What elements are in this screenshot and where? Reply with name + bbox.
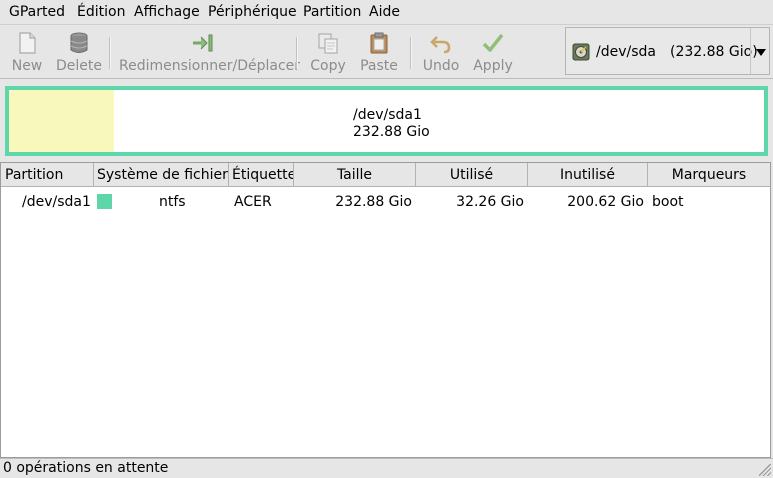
menu-partition[interactable]: Partition — [303, 4, 361, 21]
undo-icon — [430, 36, 451, 54]
toolbar-separator — [296, 37, 298, 69]
new-button[interactable]: New — [8, 29, 46, 75]
column-header-flags[interactable]: Marqueurs — [648, 163, 770, 187]
apply-label: Apply — [473, 58, 513, 74]
cell-unused: 200.62 Gio — [567, 194, 644, 210]
resize-move-button[interactable]: Redimensionner/Déplacer — [119, 29, 301, 75]
status-bar: 0 opérations en attente — [0, 458, 773, 478]
cell-size: 232.88 Gio — [335, 194, 412, 210]
cell-filesystem: ntfs — [159, 194, 186, 210]
hard-disk-icon — [572, 43, 590, 61]
cell-flags: boot — [652, 194, 684, 210]
disk-map-partition-name: /dev/sda1 — [353, 107, 422, 123]
resize-move-icon — [193, 34, 213, 52]
column-header-label[interactable]: Étiquette — [229, 163, 294, 187]
device-size: (232.88 Gio) — [670, 44, 758, 60]
apply-checkmark-icon — [482, 33, 504, 52]
column-header-unused[interactable]: Inutilisé — [528, 163, 648, 187]
column-header-partition[interactable]: Partition — [1, 163, 94, 187]
device-name: /dev/sda — [596, 44, 656, 60]
status-text: 0 opérations en attente — [3, 460, 169, 476]
column-header-filesystem[interactable]: Système de fichiers — [94, 163, 229, 187]
cell-label: ACER — [234, 194, 272, 210]
menu-bar: GParted Édition Affichage Périphérique P… — [0, 0, 773, 25]
resize-grip-icon[interactable] — [759, 464, 771, 476]
resize-move-label: Redimensionner/Déplacer — [119, 58, 301, 74]
device-selector[interactable]: /dev/sda (232.88 Gio) — [565, 27, 770, 75]
new-label: New — [11, 58, 43, 74]
column-header-used[interactable]: Utilisé — [416, 163, 528, 187]
partition-used-area — [9, 90, 114, 152]
trash-icon — [70, 32, 88, 53]
copy-button[interactable]: Copy — [309, 29, 347, 75]
menu-edition[interactable]: Édition — [77, 4, 125, 21]
disk-map-partition-size: 232.88 Gio — [353, 124, 430, 140]
copy-icon — [318, 33, 338, 54]
column-header-size[interactable]: Taille — [294, 163, 416, 187]
paste-label: Paste — [360, 58, 398, 74]
toolbar-separator — [410, 37, 412, 69]
menu-gparted[interactable]: GParted — [9, 4, 65, 21]
disk-map[interactable]: /dev/sda1 232.88 Gio — [5, 86, 768, 156]
apply-button[interactable]: Apply — [473, 29, 513, 75]
cell-used: 32.26 Gio — [456, 194, 524, 210]
copy-label: Copy — [310, 58, 346, 74]
new-document-icon — [19, 32, 36, 54]
delete-button[interactable]: Delete — [56, 29, 102, 75]
paste-button[interactable]: Paste — [358, 29, 400, 75]
menu-peripherique[interactable]: Périphérique — [208, 4, 297, 21]
undo-label: Undo — [422, 58, 460, 74]
delete-label: Delete — [56, 58, 102, 74]
menu-affichage[interactable]: Affichage — [134, 4, 200, 21]
partition-table: Partition Système de fichiers Étiquette … — [0, 162, 771, 458]
undo-button[interactable]: Undo — [421, 29, 461, 75]
menu-aide[interactable]: Aide — [369, 4, 400, 21]
toolbar-separator — [109, 37, 111, 69]
chevron-down-icon[interactable] — [750, 28, 771, 74]
cell-partition: /dev/sda1 — [22, 194, 91, 210]
filesystem-color-swatch — [97, 194, 112, 209]
paste-icon — [370, 32, 388, 54]
